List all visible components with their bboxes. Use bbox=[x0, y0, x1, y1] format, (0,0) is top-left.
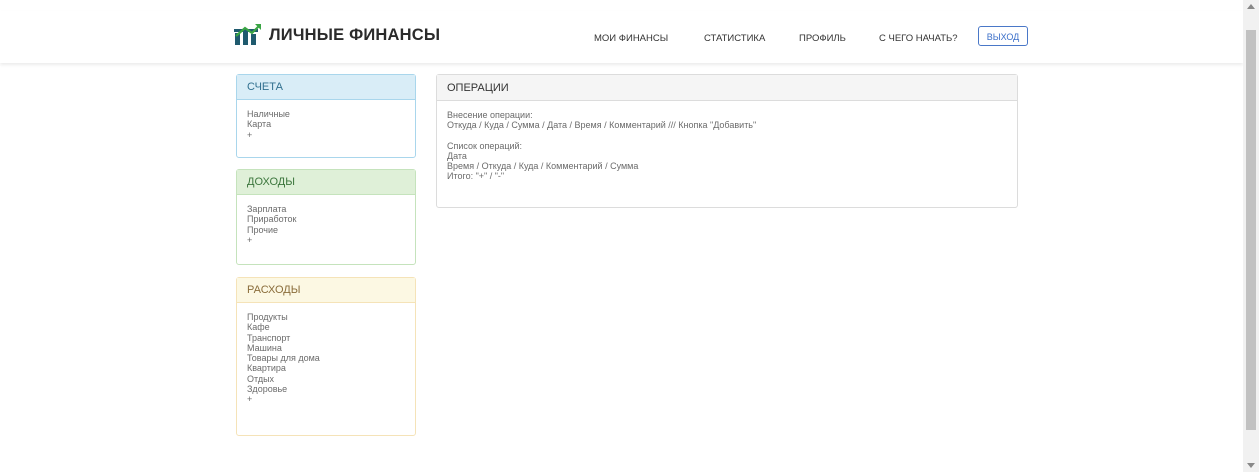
vertical-scrollbar[interactable] bbox=[1243, 0, 1259, 472]
income-list: Зарплата Приработок Прочие + bbox=[237, 195, 415, 254]
nav-statistics[interactable]: СТАТИСТИКА bbox=[704, 33, 765, 44]
scroll-up-icon[interactable] bbox=[1247, 4, 1255, 9]
income-title: ДОХОДЫ bbox=[237, 170, 415, 195]
scroll-thumb[interactable] bbox=[1246, 30, 1256, 430]
nav-getting-started[interactable]: С ЧЕГО НАЧАТЬ? bbox=[879, 33, 958, 44]
list-item[interactable]: Карта bbox=[247, 119, 405, 129]
list-item[interactable]: Отдых bbox=[247, 374, 405, 384]
list-item[interactable]: Наличные bbox=[247, 109, 405, 119]
scroll-down-icon[interactable] bbox=[1247, 463, 1255, 468]
accounts-panel: СЧЕТА Наличные Карта + bbox=[236, 74, 416, 158]
add-expense-button[interactable]: + bbox=[247, 394, 405, 404]
operation-list-total: Итого: "+" / "-" bbox=[447, 171, 505, 182]
operation-entry-fields: Откуда / Куда / Сумма / Дата / Время / К… bbox=[447, 120, 757, 131]
list-item[interactable]: Здоровье bbox=[247, 384, 405, 394]
operations-title: ОПЕРАЦИИ bbox=[437, 75, 1017, 101]
brand[interactable]: ЛИЧНЫЕ ФИНАНСЫ bbox=[234, 24, 440, 46]
list-item[interactable]: Зарплата bbox=[247, 204, 405, 214]
add-income-button[interactable]: + bbox=[247, 235, 405, 245]
operation-list-date: Дата bbox=[447, 150, 467, 161]
list-item[interactable]: Товары для дома bbox=[247, 353, 405, 363]
list-item[interactable]: Машина bbox=[247, 343, 405, 353]
navbar: ЛИЧНЫЕ ФИНАНСЫ МОИ ФИНАНСЫ СТАТИСТИКА ПР… bbox=[0, 11, 1243, 63]
operations-panel: ОПЕРАЦИИ Внесение операции: Откуда / Куд… bbox=[436, 74, 1018, 208]
accounts-title: СЧЕТА bbox=[237, 75, 415, 100]
brand-title: ЛИЧНЫЕ ФИНАНСЫ bbox=[269, 26, 441, 44]
list-item[interactable]: Продукты bbox=[247, 312, 405, 322]
operations-body: Внесение операции: Откуда / Куда / Сумма… bbox=[437, 101, 1017, 191]
operation-list-heading: Список операций: bbox=[447, 140, 523, 151]
expenses-panel: РАСХОДЫ Продукты Кафе Транспорт Машина Т… bbox=[236, 277, 416, 436]
list-item[interactable]: Кафе bbox=[247, 322, 405, 332]
list-item[interactable]: Транспорт bbox=[247, 333, 405, 343]
list-item[interactable]: Квартира bbox=[247, 363, 405, 373]
list-item[interactable]: Приработок bbox=[247, 214, 405, 224]
nav-my-finances[interactable]: МОИ ФИНАНСЫ bbox=[594, 33, 668, 44]
expenses-list: Продукты Кафе Транспорт Машина Товары дл… bbox=[237, 303, 415, 414]
bar-growth-icon bbox=[234, 24, 262, 46]
logout-button[interactable]: ВЫХОД bbox=[978, 26, 1028, 46]
nav-profile[interactable]: ПРОФИЛЬ bbox=[799, 33, 846, 44]
income-panel: ДОХОДЫ Зарплата Приработок Прочие + bbox=[236, 169, 416, 265]
add-account-button[interactable]: + bbox=[247, 130, 405, 140]
operation-entry-heading: Внесение операции: bbox=[447, 110, 533, 120]
list-item[interactable]: Прочие bbox=[247, 225, 405, 235]
operation-list-columns: Время / Откуда / Куда / Комментарий / Су… bbox=[447, 161, 639, 172]
expenses-title: РАСХОДЫ bbox=[237, 278, 415, 303]
accounts-list: Наличные Карта + bbox=[237, 100, 415, 149]
